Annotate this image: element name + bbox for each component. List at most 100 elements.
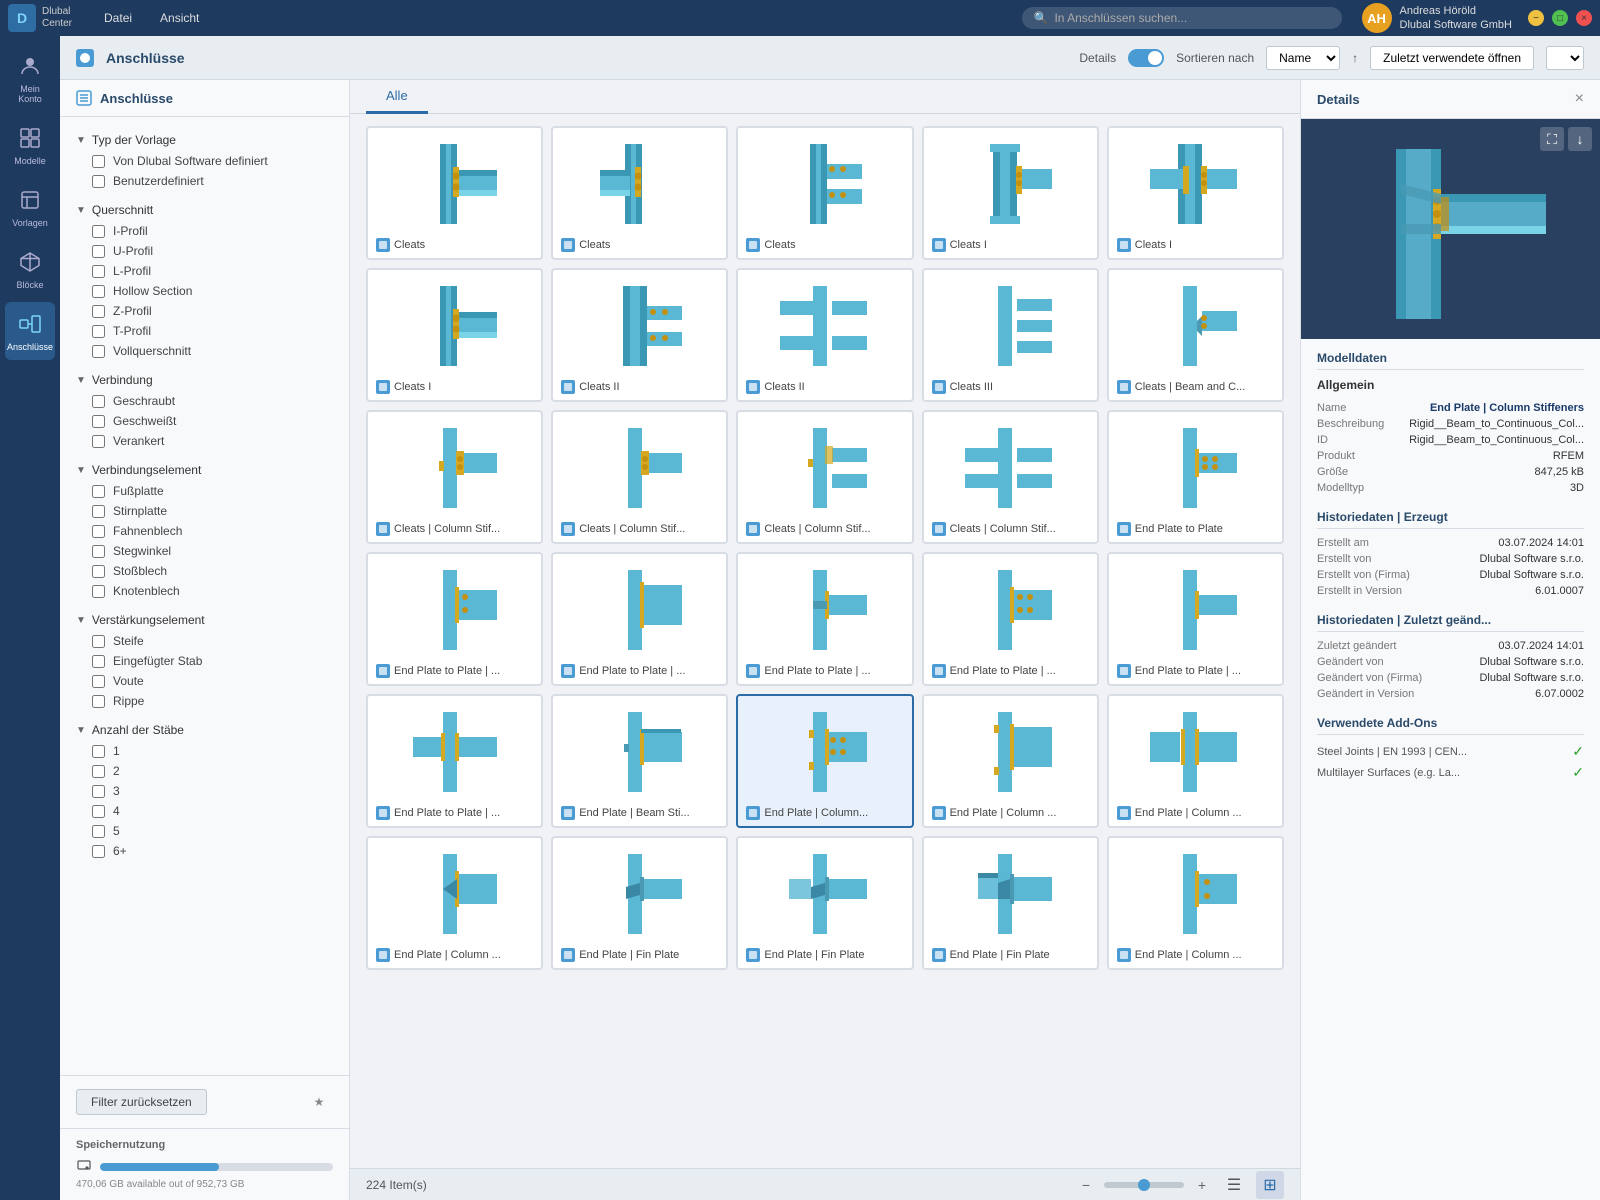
- sidebar-item-my-account[interactable]: Mein Konto: [5, 44, 55, 112]
- filter-item-4[interactable]: 4: [60, 801, 349, 821]
- filter-section-connection-header[interactable]: ▼ Verbindung: [60, 369, 349, 391]
- grid-item[interactable]: Cleats | Beam and C...: [1107, 268, 1284, 402]
- filter-section-reinforce-header[interactable]: ▼ Verstärkungselement: [60, 609, 349, 631]
- tab-all[interactable]: Alle: [366, 80, 428, 114]
- sidebar-item-templates[interactable]: Vorlagen: [5, 178, 55, 236]
- grid-item[interactable]: End Plate | Beam Sti...: [551, 694, 728, 828]
- filter-item-stegwinkel[interactable]: Stegwinkel: [60, 541, 349, 561]
- grid-item[interactable]: Cleats | Column Stif...: [922, 410, 1099, 544]
- filter-item-stosblech[interactable]: Stoßblech: [60, 561, 349, 581]
- filter-section-cross-header[interactable]: ▼ Querschnitt: [60, 199, 349, 221]
- user-details: Andreas Höröld Dlubal Software GmbH: [1400, 4, 1513, 33]
- filter-item-geschraubt[interactable]: Geschraubt: [60, 391, 349, 411]
- grid-item[interactable]: End Plate | Column...: [736, 694, 913, 828]
- addon-check-steel: ✓: [1572, 743, 1584, 760]
- sort-select[interactable]: Name Datum Größe: [1266, 46, 1340, 70]
- menu-datei[interactable]: Datei: [92, 7, 144, 29]
- recent-select[interactable]: [1546, 46, 1584, 70]
- grid-item-name: Cleats: [579, 239, 610, 251]
- list-view-button[interactable]: ☰: [1220, 1171, 1248, 1199]
- filter-item-hollow-section[interactable]: Hollow Section: [60, 281, 349, 301]
- filter-item-t-profil[interactable]: T-Profil: [60, 321, 349, 341]
- grid-item-name: End Plate to Plate | ...: [764, 665, 870, 677]
- filter-item-1[interactable]: 1: [60, 741, 349, 761]
- grid-item[interactable]: End Plate to Plate | ...: [551, 552, 728, 686]
- recent-open-button[interactable]: Zuletzt verwendete öffnen: [1370, 46, 1534, 70]
- grid-item[interactable]: End Plate | Fin Plate: [736, 836, 913, 970]
- grid-item[interactable]: Cleats II: [736, 268, 913, 402]
- filter-item-u-profil[interactable]: U-Profil: [60, 241, 349, 261]
- filter-item-rippe[interactable]: Rippe: [60, 691, 349, 711]
- grid-item[interactable]: Cleats I: [1107, 126, 1284, 260]
- grid-item[interactable]: End Plate to Plate | ...: [1107, 552, 1284, 686]
- grid-view-button[interactable]: ⊞: [1256, 1171, 1284, 1199]
- grid-item[interactable]: End Plate to Plate | ...: [366, 552, 543, 686]
- filter-item-knotenblech[interactable]: Knotenblech: [60, 581, 349, 601]
- filter-reset-button[interactable]: Filter zurücksetzen: [76, 1089, 207, 1115]
- zoom-minus-button[interactable]: −: [1076, 1175, 1096, 1195]
- grid-item[interactable]: End Plate | Column ...: [366, 836, 543, 970]
- zoom-bar[interactable]: [1104, 1182, 1184, 1188]
- filter-section-type-header[interactable]: ▼ Typ der Vorlage: [60, 129, 349, 151]
- filter-item-dlubal-defined[interactable]: Von Dlubal Software definiert: [60, 151, 349, 171]
- preview-expand-button[interactable]: ⛶: [1540, 127, 1564, 151]
- filter-section-count-header[interactable]: ▼ Anzahl der Stäbe: [60, 719, 349, 741]
- minimize-button[interactable]: −: [1528, 10, 1544, 26]
- filter-item-i-profil[interactable]: I-Profil: [60, 221, 349, 241]
- filter-item-fussplatte[interactable]: Fußplatte: [60, 481, 349, 501]
- preview-download-button[interactable]: ↓: [1568, 127, 1592, 151]
- filter-item-z-profil[interactable]: Z-Profil: [60, 301, 349, 321]
- filter-item-2[interactable]: 2: [60, 761, 349, 781]
- filter-item-eingefuegter[interactable]: Eingefügter Stab: [60, 651, 349, 671]
- filter-section-element-header[interactable]: ▼ Verbindungselement: [60, 459, 349, 481]
- grid-item[interactable]: Cleats: [551, 126, 728, 260]
- zoom-plus-button[interactable]: +: [1192, 1175, 1212, 1195]
- grid-item[interactable]: End Plate | Fin Plate: [551, 836, 728, 970]
- favorite-button[interactable]: ★: [305, 1088, 333, 1116]
- grid-item-label: Cleats II: [744, 380, 905, 394]
- grid-item[interactable]: Cleats | Column Stif...: [736, 410, 913, 544]
- grid-item[interactable]: Cleats | Column Stif...: [366, 410, 543, 544]
- grid-item-label: Cleats I: [930, 238, 1091, 252]
- filter-item-geschweisst[interactable]: Geschweißt: [60, 411, 349, 431]
- filter-item-6plus[interactable]: 6+: [60, 841, 349, 861]
- sort-direction-button[interactable]: ↑: [1352, 51, 1358, 65]
- grid-item[interactable]: Cleats I: [366, 268, 543, 402]
- addon-row-steel: Steel Joints | EN 1993 | CEN... ✓: [1317, 743, 1584, 760]
- grid-item[interactable]: End Plate | Column ...: [1107, 694, 1284, 828]
- search-input[interactable]: [1054, 11, 1329, 25]
- grid-item[interactable]: End Plate to Plate: [1107, 410, 1284, 544]
- filter-item-verankert[interactable]: Verankert: [60, 431, 349, 451]
- filter-item-stirnplatte[interactable]: Stirnplatte: [60, 501, 349, 521]
- grid-item[interactable]: End Plate | Column ...: [922, 694, 1099, 828]
- grid-item[interactable]: Cleats II: [551, 268, 728, 402]
- filter-item-vollquer[interactable]: Vollquerschnitt: [60, 341, 349, 361]
- filter-item-voute[interactable]: Voute: [60, 671, 349, 691]
- grid-item-type-icon: [1117, 380, 1131, 394]
- filter-item-3[interactable]: 3: [60, 781, 349, 801]
- filter-item-steife[interactable]: Steife: [60, 631, 349, 651]
- grid-item[interactable]: Cleats: [736, 126, 913, 260]
- close-button[interactable]: ×: [1576, 10, 1592, 26]
- maximize-button[interactable]: □: [1552, 10, 1568, 26]
- grid-item[interactable]: End Plate to Plate | ...: [366, 694, 543, 828]
- detail-val-modeltype: 3D: [1405, 482, 1584, 494]
- filter-item-5[interactable]: 5: [60, 821, 349, 841]
- filter-item-l-profil[interactable]: L-Profil: [60, 261, 349, 281]
- sidebar-item-connections[interactable]: Anschlüsse: [5, 302, 55, 360]
- grid-item[interactable]: Cleats: [366, 126, 543, 260]
- grid-item[interactable]: End Plate to Plate | ...: [736, 552, 913, 686]
- filter-item-fahnenblech[interactable]: Fahnenblech: [60, 521, 349, 541]
- menu-ansicht[interactable]: Ansicht: [148, 7, 211, 29]
- sidebar-item-models[interactable]: Modelle: [5, 116, 55, 174]
- details-toggle[interactable]: [1128, 49, 1164, 67]
- filter-item-user-defined[interactable]: Benutzerdefiniert: [60, 171, 349, 191]
- grid-item[interactable]: Cleats I: [922, 126, 1099, 260]
- grid-item[interactable]: Cleats III: [922, 268, 1099, 402]
- details-close-button[interactable]: ×: [1575, 90, 1584, 108]
- grid-item[interactable]: Cleats | Column Stif...: [551, 410, 728, 544]
- grid-item[interactable]: End Plate to Plate | ...: [922, 552, 1099, 686]
- grid-item[interactable]: End Plate | Column ...: [1107, 836, 1284, 970]
- grid-item[interactable]: End Plate | Fin Plate: [922, 836, 1099, 970]
- sidebar-item-blocks[interactable]: Blöcke: [5, 240, 55, 298]
